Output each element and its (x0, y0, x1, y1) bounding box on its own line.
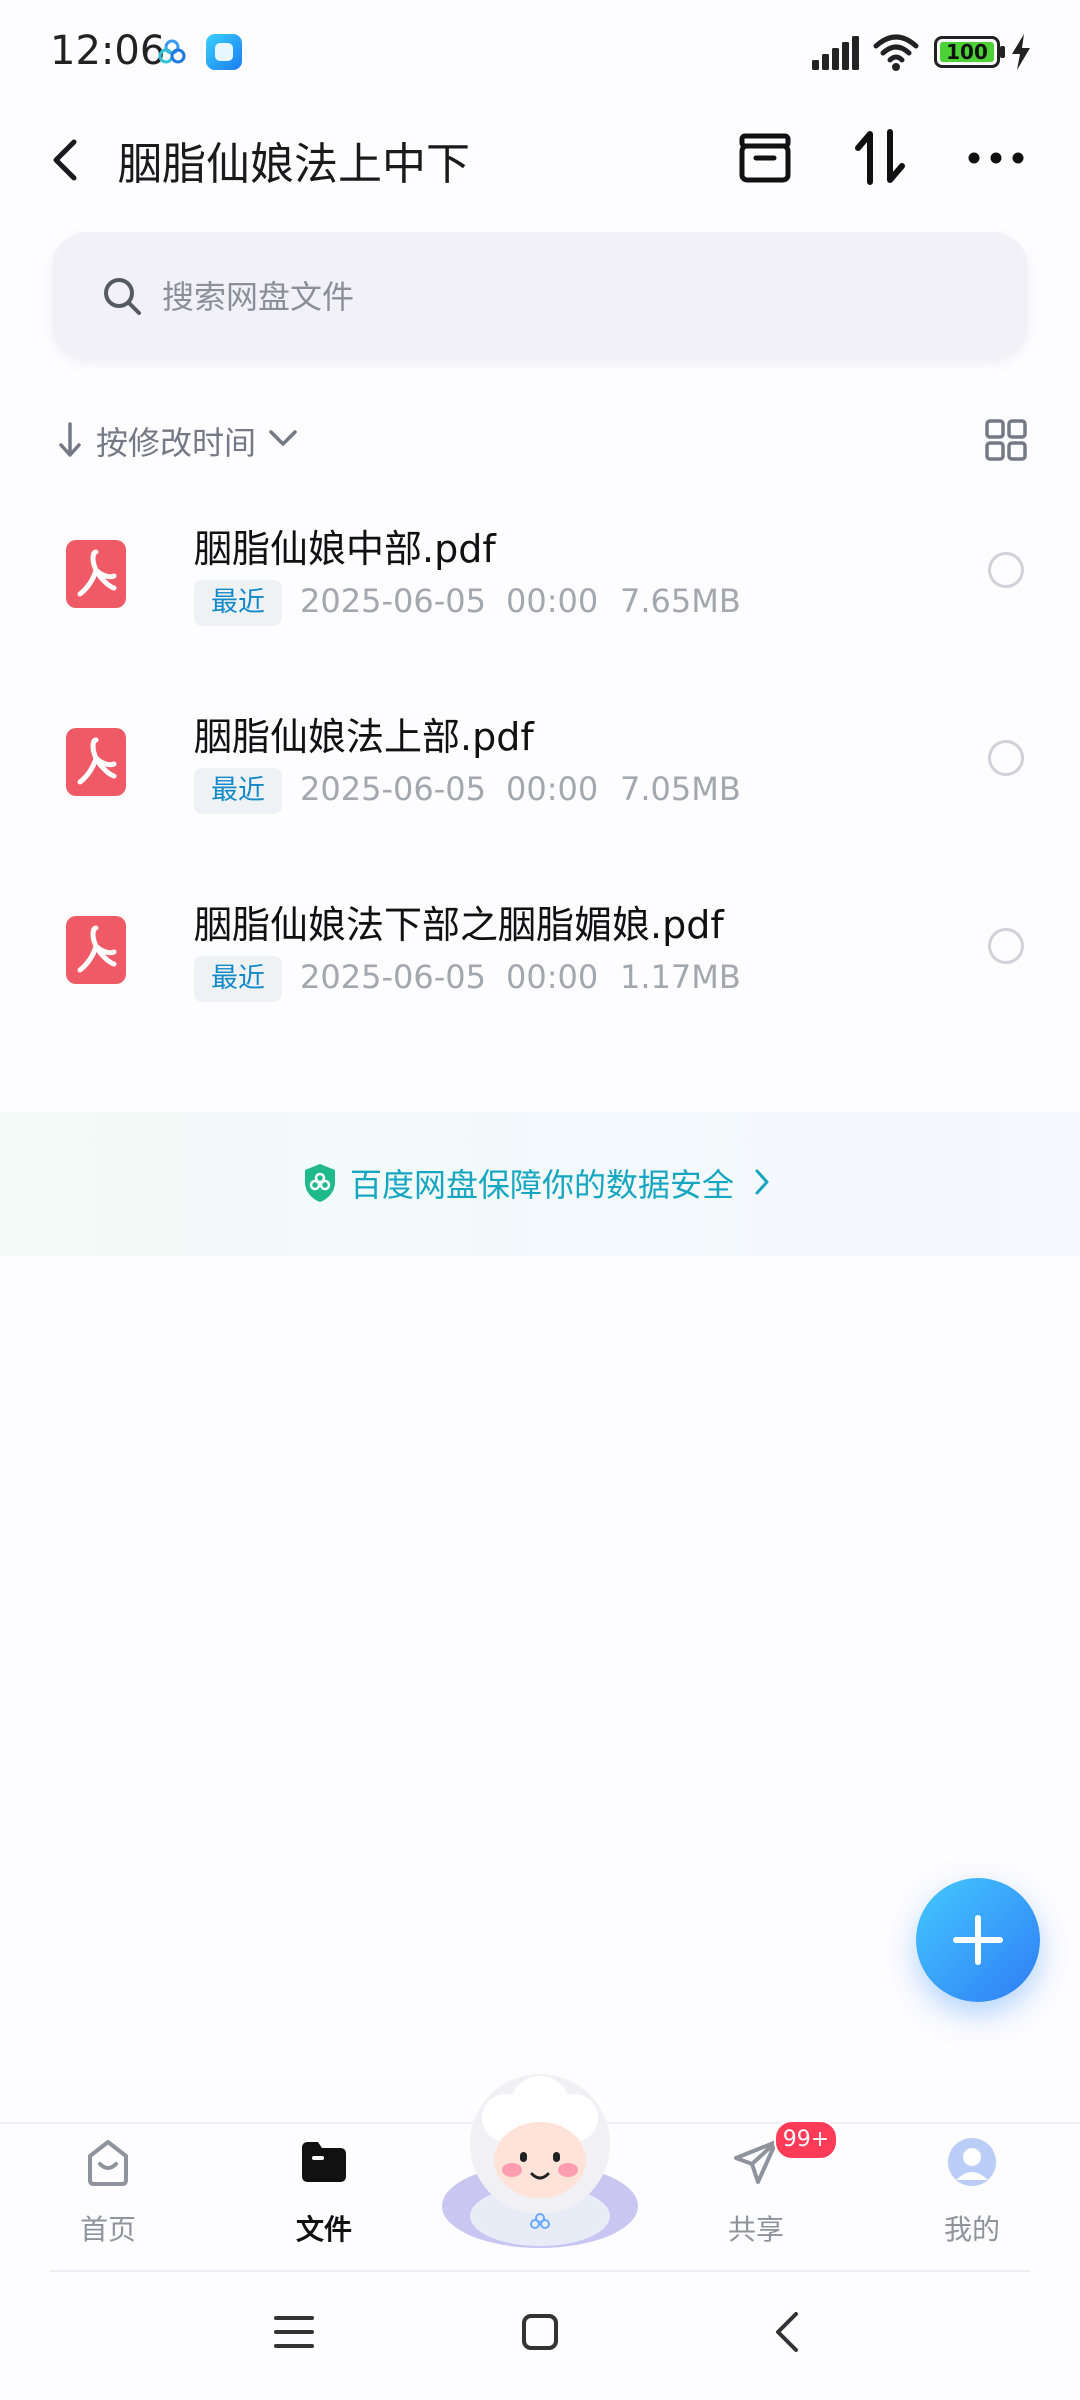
notification-badge: 99+ (774, 2120, 838, 2160)
file-name: 胭脂仙娘中部.pdf (194, 527, 496, 571)
back-button[interactable] (44, 130, 88, 190)
sort-by-button[interactable]: 按修改时间 (56, 414, 316, 464)
grid-view-icon[interactable] (984, 418, 1028, 462)
select-radio[interactable] (988, 552, 1024, 588)
file-name: 胭脂仙娘法下部之胭脂媚娘.pdf (194, 903, 724, 947)
shield-icon (305, 1164, 335, 1202)
tab-home[interactable]: 首页 (38, 2124, 178, 2274)
select-radio[interactable] (988, 928, 1024, 964)
baidu-netdisk-status-icon (158, 39, 186, 64)
home-nav-button[interactable] (522, 2314, 558, 2350)
battery-tip (1000, 46, 1005, 58)
file-time: 00:00 (506, 582, 599, 620)
pdf-file-icon (66, 728, 126, 796)
file-size: 1.17MB (620, 958, 741, 996)
file-time: 00:00 (506, 958, 599, 996)
arrow-down-icon (59, 422, 81, 457)
recent-badge: 最近 (194, 580, 282, 626)
file-name: 胭脂仙娘法上部.pdf (194, 715, 534, 759)
avatar-icon (948, 2138, 996, 2186)
sort-label: 按修改时间 (96, 424, 257, 462)
folder-icon (302, 2142, 346, 2182)
home-icon (88, 2140, 128, 2186)
battery-icon: 100 (934, 36, 1000, 68)
back-nav-icon[interactable] (774, 2310, 800, 2354)
system-navigation-bar (0, 2272, 1080, 2400)
chevron-down-icon (269, 430, 297, 446)
sort-updown-icon[interactable] (852, 126, 908, 188)
tab-files[interactable]: 文件 (254, 2124, 394, 2274)
file-date: 2025-06-05 (300, 958, 486, 996)
search-icon (104, 278, 141, 315)
page-title: 胭脂仙娘法上中下 (118, 139, 470, 190)
file-size: 7.65MB (620, 582, 741, 620)
file-row[interactable]: 胭脂仙娘法下部之胭脂媚娘.pdf 最近 2025-06-05 00:00 1.1… (0, 878, 1080, 1048)
file-size: 7.05MB (620, 770, 741, 808)
charging-icon (1012, 34, 1030, 70)
tab-label: 我的 (943, 2213, 1000, 2246)
search-bar[interactable] (52, 232, 1028, 360)
battery-level: 100 (946, 40, 988, 64)
menu-icon[interactable] (274, 2312, 314, 2352)
add-button[interactable] (916, 1878, 1040, 2002)
select-radio[interactable] (988, 740, 1024, 776)
tab-mine[interactable]: 我的 (902, 2124, 1042, 2274)
more-dots-icon[interactable] (966, 140, 1026, 176)
file-row[interactable]: 胭脂仙娘中部.pdf 最近 2025-06-05 00:00 7.65MB (0, 502, 1080, 672)
recent-badge: 最近 (194, 956, 282, 1002)
security-text: 百度网盘保障你的数据安全 (350, 1166, 735, 1204)
wifi-icon (873, 34, 919, 71)
tab-label: 首页 (79, 2213, 136, 2246)
search-input[interactable] (160, 262, 964, 332)
assistant-mascot-button[interactable] (440, 2066, 640, 2248)
tab-label: 文件 (295, 2213, 352, 2246)
pdf-file-icon (66, 540, 126, 608)
app-status-icon (206, 34, 242, 70)
recent-badge: 最近 (194, 768, 282, 814)
file-time: 00:00 (506, 770, 599, 808)
tab-label: 共享 (727, 2213, 784, 2246)
file-date: 2025-06-05 (300, 582, 486, 620)
file-date: 2025-06-05 (300, 770, 486, 808)
security-banner[interactable]: 百度网盘保障你的数据安全 (0, 1112, 1080, 1256)
signal-icon (812, 36, 859, 70)
plus-icon (953, 1915, 1003, 1965)
archive-box-icon[interactable] (736, 126, 794, 188)
pdf-file-icon (66, 916, 126, 984)
status-time: 12:06 (50, 28, 166, 74)
file-row[interactable]: 胭脂仙娘法上部.pdf 最近 2025-06-05 00:00 7.05MB (0, 690, 1080, 860)
chevron-right-icon (755, 1169, 769, 1195)
